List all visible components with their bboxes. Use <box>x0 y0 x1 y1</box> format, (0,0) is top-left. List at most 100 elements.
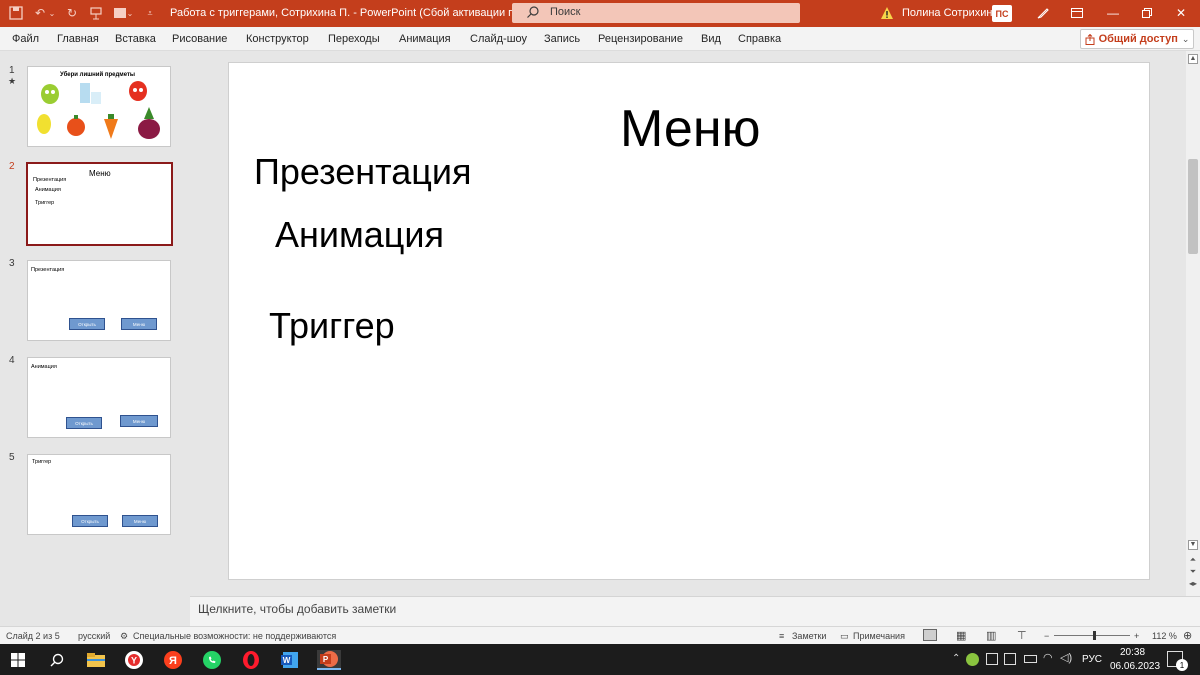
tray-chevron-icon[interactable]: ⌃ <box>952 653 960 664</box>
zoom-slider-handle[interactable] <box>1093 631 1096 640</box>
slideshow-icon[interactable]: ⊤ <box>1017 629 1027 642</box>
tab-slideshow[interactable]: Слайд-шоу <box>470 33 527 45</box>
share-button[interactable]: Общий доступ ⌄ <box>1080 29 1194 49</box>
tab-record[interactable]: Запись <box>544 33 580 45</box>
title-bar: ↶ ⌄ ↻ ⌄ ⩡ Работа с триггерами, Сотрихина… <box>0 0 1200 27</box>
tab-review[interactable]: Рецензирование <box>598 33 683 45</box>
accessibility-status[interactable]: Специальные возможности: не поддерживают… <box>133 631 336 641</box>
zoom-level[interactable]: 112 % <box>1152 631 1177 641</box>
svg-text:Я: Я <box>169 655 177 667</box>
notes-icon[interactable]: ≡ <box>779 631 784 641</box>
keyboard-language[interactable]: РУС <box>1082 654 1102 665</box>
accessibility-icon[interactable]: ⚙ <box>120 631 128 642</box>
close-icon[interactable]: ✕ <box>1170 4 1192 22</box>
slide-sorter-icon[interactable]: ▦ <box>956 629 966 642</box>
notes-placeholder[interactable]: Щелкните, чтобы добавить заметки <box>198 602 396 616</box>
restore-icon[interactable] <box>1136 4 1158 22</box>
fit-icon[interactable]: ◂▸ <box>1188 579 1198 589</box>
battery-icon[interactable] <box>1024 655 1037 663</box>
thumb-item: Презентация <box>33 177 67 183</box>
user-name[interactable]: Полина Сотрихина <box>902 7 999 19</box>
slide-thumbnail-pane: 1 ★ Убери лишний предметы 2 Меню Презент… <box>0 51 190 626</box>
slide-item-animation[interactable]: Анимация <box>275 214 444 256</box>
slide-thumbnail-5[interactable]: Триггер Открыть Меню <box>27 454 171 535</box>
pen-icon[interactable] <box>1032 4 1054 22</box>
slide-title[interactable]: Меню <box>620 99 761 159</box>
scroll-down-icon[interactable]: ▼ <box>1188 540 1198 550</box>
clock-date[interactable]: 06.06.2023 <box>1110 661 1160 672</box>
tray-display-icon[interactable] <box>986 653 998 665</box>
zoom-out-button[interactable]: − <box>1044 631 1049 641</box>
file-explorer-icon[interactable] <box>86 650 106 670</box>
slide-item-presentation[interactable]: Презентация <box>254 151 471 193</box>
slide-thumbnail-1[interactable]: Убери лишний предметы <box>27 66 171 147</box>
zoom-slider-track[interactable] <box>1054 635 1130 636</box>
language-indicator[interactable]: русский <box>78 631 110 641</box>
yandex-icon[interactable]: Я <box>163 650 183 670</box>
slide-dropdown-icon[interactable]: ⌄ <box>124 4 136 22</box>
ribbon-display-icon[interactable] <box>1066 4 1088 22</box>
previous-slide-icon[interactable]: ⏶ <box>1188 555 1198 565</box>
thumb-number: 5 <box>9 452 15 463</box>
wifi-icon[interactable]: ◠ <box>1043 651 1053 664</box>
thumb-number: 3 <box>9 258 15 269</box>
notes-toggle[interactable]: Заметки <box>792 631 826 641</box>
redo-icon[interactable]: ↻ <box>62 4 82 22</box>
share-icon <box>1085 33 1095 45</box>
reading-view-icon[interactable]: ▥ <box>986 629 996 642</box>
volume-icon[interactable]: ◁) <box>1060 651 1072 664</box>
thumb-title: Триггер <box>32 459 52 465</box>
thumb-number: 4 <box>9 355 15 366</box>
slide-thumbnail-4[interactable]: Анимация Открыть Меню <box>27 357 171 438</box>
scroll-up-icon[interactable]: ▲ <box>1188 54 1198 64</box>
tab-animations[interactable]: Анимация <box>399 33 451 45</box>
tab-insert[interactable]: Вставка <box>115 33 156 45</box>
slide-thumbnail-3[interactable]: Презентация Открыть Меню <box>27 260 171 341</box>
zoom-in-button[interactable]: + <box>1134 631 1139 641</box>
customize-toolbar-icon[interactable]: ⩡ <box>140 4 160 22</box>
thumb-title: Меню <box>89 169 111 178</box>
tab-file[interactable]: Файл <box>12 33 39 45</box>
comments-toggle[interactable]: Примечания <box>853 631 905 641</box>
svg-text:P: P <box>323 655 329 664</box>
windows-start-icon[interactable] <box>8 650 28 670</box>
tray-keyboard-icon[interactable] <box>1004 653 1016 665</box>
tab-view[interactable]: Вид <box>701 33 721 45</box>
notes-pane[interactable]: Щелкните, чтобы добавить заметки <box>190 596 1200 626</box>
warning-icon[interactable] <box>880 6 894 20</box>
comment-icon[interactable]: ▭ <box>840 631 849 642</box>
tab-draw[interactable]: Рисование <box>172 33 227 45</box>
slide-thumbnail-2[interactable]: Меню Презентация Анимация Триггер <box>26 162 173 246</box>
windows-taskbar: Y Я W P ⌃ ◠ ◁) РУС 20:38 06.06.2023 1 <box>0 644 1200 675</box>
svg-text:W: W <box>283 656 291 665</box>
clock-time[interactable]: 20:38 <box>1120 647 1145 658</box>
undo-dropdown-icon[interactable]: ⌄ <box>46 4 58 22</box>
tab-home[interactable]: Главная <box>57 33 99 45</box>
slide-item-trigger[interactable]: Триггер <box>269 305 395 347</box>
next-slide-icon[interactable]: ⏷ <box>1188 567 1198 577</box>
svg-text:Y: Y <box>131 656 137 666</box>
search-input[interactable]: Поиск <box>512 3 800 23</box>
autosave-icon[interactable] <box>6 4 26 22</box>
search-icon[interactable] <box>47 650 67 670</box>
tray-app-icon[interactable] <box>966 653 979 666</box>
minimize-icon[interactable]: — <box>1102 4 1124 22</box>
normal-view-icon[interactable] <box>923 629 937 641</box>
word-icon[interactable]: W <box>280 650 300 670</box>
fit-to-window-icon[interactable]: ⊕ <box>1183 629 1192 642</box>
thumb-open-button: Открыть <box>66 417 102 429</box>
powerpoint-icon[interactable]: P <box>317 650 341 670</box>
presenter-icon[interactable] <box>86 4 106 22</box>
status-bar: Слайд 2 из 5 русский ⚙ Специальные возмо… <box>0 626 1200 644</box>
fruit-illustrations <box>37 81 160 139</box>
scrollbar-thumb[interactable] <box>1188 159 1198 254</box>
yandex-browser-icon[interactable]: Y <box>124 650 144 670</box>
tab-design[interactable]: Конструктор <box>246 33 309 45</box>
tab-transitions[interactable]: Переходы <box>328 33 380 45</box>
whatsapp-icon[interactable] <box>202 650 222 670</box>
tab-help[interactable]: Справка <box>738 33 781 45</box>
opera-icon[interactable] <box>241 650 261 670</box>
avatar[interactable]: ПС <box>992 5 1012 22</box>
vertical-scrollbar[interactable]: ▲ ▼ ⏶ ⏷ ◂▸ <box>1186 51 1200 596</box>
slide-canvas[interactable]: Меню Презентация Анимация Триггер <box>228 62 1150 580</box>
